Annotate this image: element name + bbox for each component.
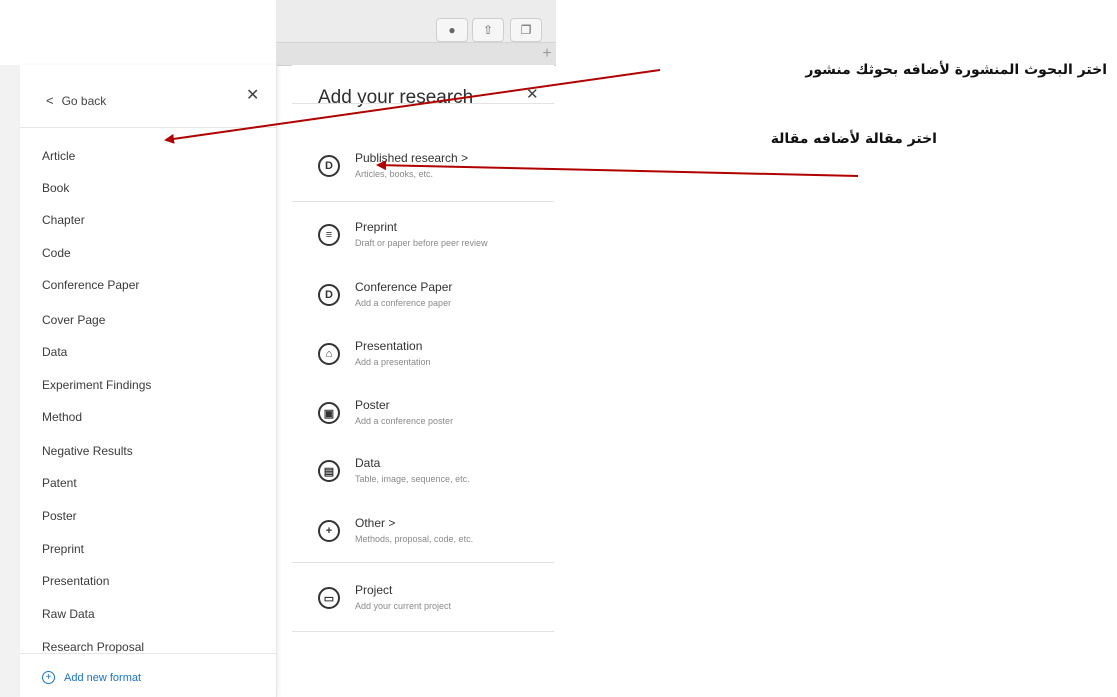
arrow-to-article [164, 69, 661, 144]
arrow-to-published-research [376, 160, 859, 177]
annotation-arrows [164, 69, 859, 177]
